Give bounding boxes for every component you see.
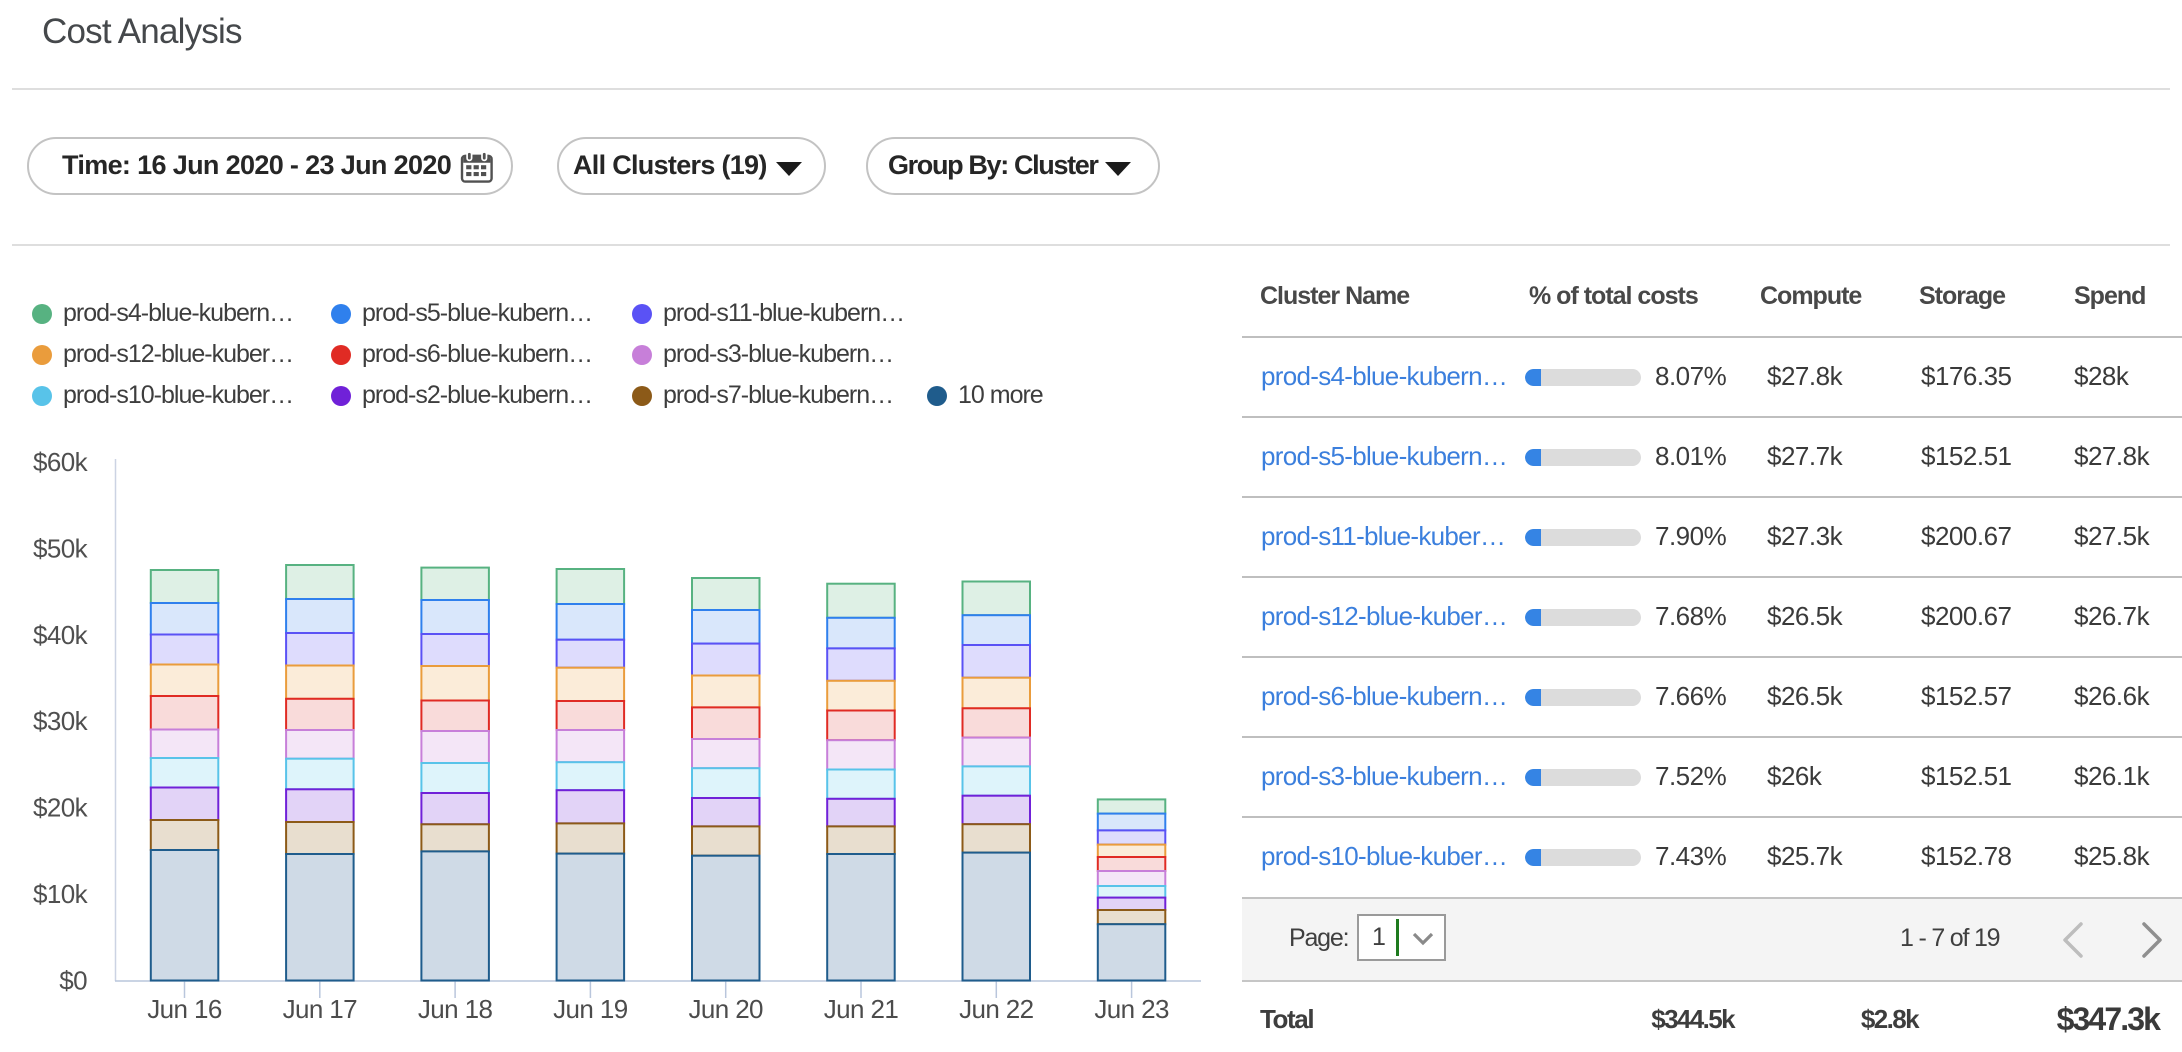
svg-text:$50k: $50k	[33, 533, 89, 563]
svg-text:$10k: $10k	[33, 879, 89, 909]
svg-text:$30k: $30k	[33, 706, 89, 736]
svg-text:Jun 17: Jun 17	[283, 994, 358, 1024]
svg-text:Jun 21: Jun 21	[824, 994, 899, 1024]
svg-text:Jun 18: Jun 18	[418, 994, 493, 1024]
svg-text:Jun 20: Jun 20	[688, 994, 763, 1024]
svg-text:$40k: $40k	[33, 620, 89, 650]
svg-text:$60k: $60k	[33, 447, 89, 477]
svg-text:$20k: $20k	[33, 793, 89, 823]
svg-text:$0: $0	[59, 965, 87, 995]
svg-text:Jun 23: Jun 23	[1094, 994, 1169, 1024]
svg-text:Jun 22: Jun 22	[959, 994, 1034, 1024]
svg-text:Jun 19: Jun 19	[553, 994, 628, 1024]
svg-text:Jun 16: Jun 16	[147, 994, 222, 1024]
